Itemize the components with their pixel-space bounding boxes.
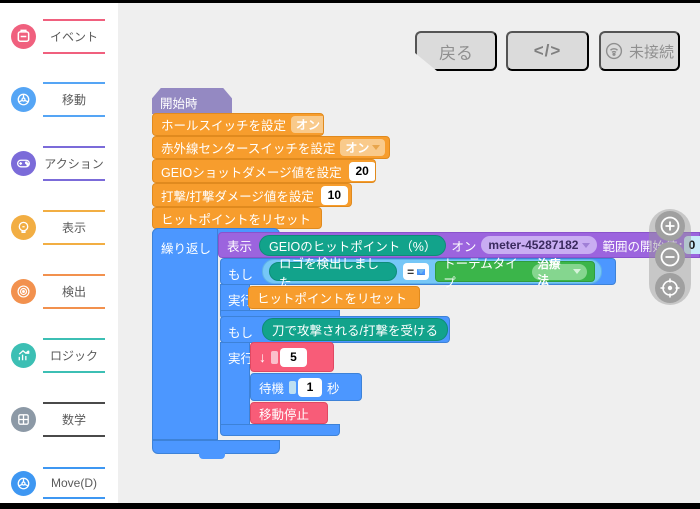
sidebar-item-action[interactable]: アクション	[0, 146, 118, 180]
sidebar-item-detect[interactable]: 検出	[0, 274, 118, 308]
reporter-logo-detected[interactable]: ロゴを検出しました	[269, 262, 397, 281]
wheel-icon	[11, 87, 36, 112]
sidebar-item-display[interactable]: 表示	[0, 210, 118, 244]
operator-dropdown[interactable]: =	[403, 263, 429, 280]
block-set-shot-damage[interactable]: GEIOショットダメージ値を設定 20	[152, 159, 376, 183]
sidebar-item-label: 移動	[43, 82, 105, 117]
sidebar-item-label: アクション	[43, 146, 105, 181]
totem-type-dropdown[interactable]: 治療法	[532, 264, 588, 280]
sidebar-item-logic[interactable]: ロジック	[0, 338, 118, 372]
sidebar-item-math[interactable]: 数学	[0, 402, 118, 436]
gamepad-icon	[11, 151, 36, 176]
app-frame: イベント 移動 アクション 表示 検出	[0, 3, 700, 503]
repeat-block-bottom[interactable]	[152, 440, 280, 454]
block-label: GEIOショットダメージ値を設定	[161, 162, 342, 181]
if-block-2-bottom[interactable]	[220, 424, 340, 436]
block-decrease-hitpoints[interactable]: ↓ 5	[250, 342, 334, 372]
block-set-strike-damage[interactable]: 打撃/打撃ダメージ値を設定 10	[152, 183, 352, 207]
block-reset-hitpoints-inner[interactable]: ヒットポイントをリセット	[248, 286, 420, 309]
block-wait[interactable]: 待機 1 秒	[250, 373, 362, 401]
block-on-start[interactable]: 開始時	[152, 88, 232, 114]
if-label: もし	[228, 264, 253, 283]
repeat-label: 繰り返し	[161, 238, 211, 257]
sidebar-item-label: Move(D)	[43, 467, 105, 499]
sidebar-item-label: 表示	[43, 210, 105, 245]
block-label: 移動停止	[259, 404, 309, 423]
back-button-label: 戻る	[439, 39, 473, 64]
input-notch	[289, 381, 296, 394]
block-stop-moving[interactable]: 移動停止	[250, 402, 328, 424]
block-label: 表示	[227, 236, 252, 255]
code-view-button[interactable]: </>	[506, 31, 589, 71]
chevron-down-icon	[417, 269, 425, 275]
wheel-icon	[11, 471, 36, 496]
down-arrow-icon: ↓	[259, 349, 266, 365]
if-label: もし	[228, 322, 253, 341]
math-grid-icon	[11, 407, 36, 432]
chevron-down-icon	[372, 145, 380, 150]
block-notch	[261, 423, 287, 424]
strike-damage-input[interactable]: 10	[321, 186, 348, 205]
block-reset-hitpoints[interactable]: ヒットポイントをリセット	[152, 207, 322, 229]
chevron-down-icon	[323, 122, 324, 127]
lightbulb-icon	[11, 215, 36, 240]
event-icon	[11, 24, 36, 49]
meter-dropdown[interactable]: meter-45287182	[481, 236, 597, 254]
back-button[interactable]: 戻る	[415, 31, 497, 71]
connection-status-label: 未接続	[629, 41, 674, 62]
wait-unit-label: 秒	[327, 378, 340, 397]
block-label: ヒットポイントをリセット	[161, 209, 311, 228]
code-view-label: </>	[534, 41, 562, 61]
block-label: ヒットポイントをリセット	[257, 288, 407, 307]
sidebar-item-label: イベント	[43, 19, 105, 54]
equals-block[interactable]: ロゴを検出しました = トーテムタイプ 治療法	[262, 259, 602, 284]
decrease-value-input[interactable]: 5	[280, 348, 307, 367]
block-set-hall-switch[interactable]: ホールスイッチを設定 オン	[152, 113, 324, 136]
reset-view-icon[interactable]	[655, 273, 685, 303]
hall-switch-dropdown[interactable]: オン	[291, 116, 324, 133]
block-label: 開始時	[160, 93, 198, 112]
input-notch	[271, 351, 278, 364]
radar-icon	[11, 279, 36, 304]
zoom-out-icon[interactable]	[655, 242, 685, 272]
sidebar-item-label: ロジック	[43, 338, 105, 373]
repeat-block-arm[interactable]	[152, 228, 218, 440]
wait-value-input[interactable]: 1	[298, 378, 322, 397]
sidebar-item-move[interactable]: 移動	[0, 82, 118, 116]
block-label: ホールスイッチを設定	[161, 115, 286, 134]
chevron-down-icon	[582, 243, 590, 248]
connection-status-button[interactable]: 未接続	[599, 31, 680, 71]
shot-damage-input[interactable]: 20	[349, 162, 376, 181]
block-label: 赤外線センタースイッチを設定	[161, 138, 335, 157]
sidebar-item-label: 数学	[43, 402, 105, 437]
chevron-down-icon	[573, 269, 581, 274]
block-set-ir-switch[interactable]: 赤外線センタースイッチを設定 オン	[152, 136, 390, 159]
category-sidebar: イベント 移動 アクション 表示 検出	[0, 3, 118, 503]
sidebar-item-events[interactable]: イベント	[0, 19, 118, 53]
block-label: 待機	[259, 378, 284, 397]
zoom-in-icon[interactable]	[655, 211, 685, 241]
workspace-canvas[interactable]: 戻る </> 未接続 開始時 ホールスイッチを設定 オン 赤外線センタースイッチ…	[118, 3, 700, 503]
reporter-sword-hit[interactable]: 刀で攻撃される/打撃を受ける	[262, 318, 448, 341]
sidebar-item-move-d[interactable]: Move(D)	[0, 466, 118, 500]
ir-switch-dropdown[interactable]: オン	[340, 139, 385, 156]
totem-type-block[interactable]: トーテムタイプ 治療法	[435, 261, 595, 282]
sidebar-item-label: 検出	[43, 274, 105, 309]
block-notch	[199, 453, 225, 459]
block-label: 打撃/打撃ダメージ値を設定	[161, 186, 314, 205]
zoom-controls	[649, 209, 691, 305]
logic-chart-icon	[11, 343, 36, 368]
disconnected-icon	[605, 42, 623, 60]
